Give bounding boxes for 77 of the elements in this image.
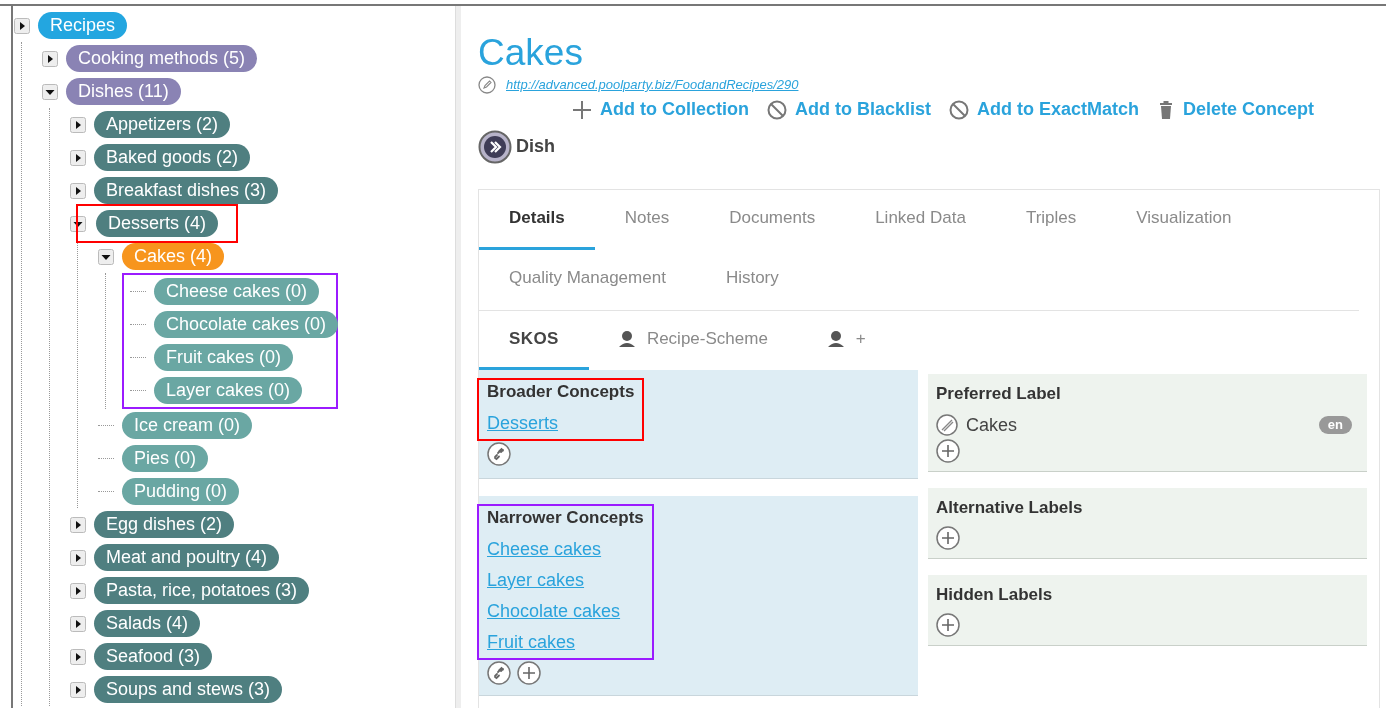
action-button[interactable]: Add to Blacklist — [767, 96, 931, 123]
add-icon[interactable] — [936, 525, 960, 550]
tree-node[interactable]: Seafood (3) — [94, 643, 213, 670]
expand-toggle-icon[interactable] — [70, 582, 86, 599]
concept-title: Cakes — [478, 32, 584, 74]
tree-node[interactable]: Meat and poultry (4) — [94, 544, 280, 571]
add-icon[interactable] — [936, 438, 960, 463]
concept-uri-link[interactable]: http://advanced.poolparty.biz/FoodandRecipes/290 — [506, 75, 799, 95]
user-icon — [618, 330, 635, 347]
tab[interactable]: Linked Data — [845, 189, 996, 250]
chain-link-icon[interactable] — [487, 660, 511, 685]
tab[interactable]: Triples — [995, 189, 1107, 250]
tree-node[interactable]: Pies (0) — [122, 445, 208, 472]
tree-node[interactable]: Dishes (11) — [66, 78, 181, 105]
collapse-toggle-icon[interactable] — [98, 248, 114, 265]
concept-link[interactable]: Fruit cakes — [487, 629, 644, 654]
ban-icon — [767, 99, 787, 120]
concept-link[interactable]: Desserts — [487, 410, 635, 435]
tree-node[interactable]: Chocolate cakes (0) — [154, 311, 339, 338]
ban-icon — [949, 99, 969, 120]
edit-icon[interactable] — [936, 414, 958, 436]
tree-node[interactable]: Breakfast dishes (3) — [94, 177, 279, 204]
sub-tab[interactable]: Recipe-Scheme — [588, 310, 798, 370]
expand-toggle-icon[interactable] — [70, 648, 86, 665]
concept-link[interactable]: Cheese cakes — [487, 536, 644, 561]
tree-node[interactable]: Ice cream (0) — [122, 412, 253, 439]
tab[interactable]: Visualization — [1106, 189, 1262, 250]
expand-toggle-icon[interactable] — [70, 549, 86, 566]
tab[interactable]: History — [695, 249, 809, 310]
language-tag: en — [1318, 416, 1352, 434]
add-icon[interactable] — [517, 660, 541, 685]
tree-node[interactable]: Desserts (4) — [96, 210, 218, 237]
panel-title: Alternative Labels — [936, 496, 1084, 519]
concept-type: Dish — [516, 135, 555, 158]
action-button[interactable]: Add to ExactMatch — [949, 96, 1140, 123]
sub-tab[interactable]: + — [797, 310, 896, 370]
dish-type-icon — [478, 129, 512, 164]
collapse-toggle-icon[interactable] — [42, 83, 58, 100]
tree-node[interactable]: Salads (4) — [94, 610, 201, 637]
expand-toggle-icon[interactable] — [70, 116, 86, 133]
expand-toggle-icon[interactable] — [70, 681, 86, 698]
tree-node[interactable]: Recipes — [38, 12, 128, 39]
chain-link-icon[interactable] — [487, 441, 511, 466]
panel-title: Narrower Concepts — [487, 506, 644, 529]
tree-node[interactable]: Layer cakes (0) — [154, 377, 303, 404]
panel-title: Broader Concepts — [487, 380, 635, 403]
edit-icon[interactable] — [478, 75, 496, 94]
plus-icon — [572, 99, 592, 120]
expand-toggle-icon[interactable] — [70, 182, 86, 199]
concept-link[interactable]: Chocolate cakes — [487, 598, 644, 623]
action-button[interactable]: Add to Collection — [572, 96, 749, 123]
expand-toggle-icon[interactable] — [70, 615, 86, 632]
tree-node[interactable]: Cakes (4) — [122, 243, 225, 270]
panel-title: Preferred Label — [936, 382, 1062, 405]
tab[interactable]: Documents — [699, 189, 846, 250]
concept-link[interactable]: Layer cakes — [487, 567, 644, 592]
expand-toggle-icon[interactable] — [42, 50, 58, 67]
tree-node[interactable]: Cheese cakes (0) — [154, 278, 320, 305]
panel-title: Hidden Labels — [936, 583, 1054, 606]
action-button[interactable]: Delete Concept — [1157, 96, 1315, 123]
tree-node[interactable]: Pasta, rice, potatoes (3) — [94, 577, 310, 604]
expand-toggle-icon[interactable] — [70, 516, 86, 533]
user-icon — [827, 330, 844, 347]
add-icon[interactable] — [936, 612, 960, 637]
tab[interactable]: Details — [479, 189, 595, 250]
tree-node[interactable]: Cooking methods (5) — [66, 45, 258, 72]
label-value: Cakes — [966, 413, 1019, 437]
tree-node[interactable]: Fruit cakes (0) — [154, 344, 294, 371]
tab[interactable]: Quality Management — [479, 249, 696, 310]
tree-node[interactable]: Pudding (0) — [122, 478, 240, 505]
tab[interactable]: Notes — [594, 189, 700, 250]
tree-node[interactable]: Soups and stews (3) — [94, 676, 283, 703]
tree-node[interactable]: Baked goods (2) — [94, 144, 251, 171]
tree-node[interactable]: Appetizers (2) — [94, 111, 231, 138]
tree-node[interactable]: Egg dishes (2) — [94, 511, 235, 538]
expand-toggle-icon[interactable] — [70, 149, 86, 166]
expand-toggle-icon[interactable] — [14, 17, 30, 34]
